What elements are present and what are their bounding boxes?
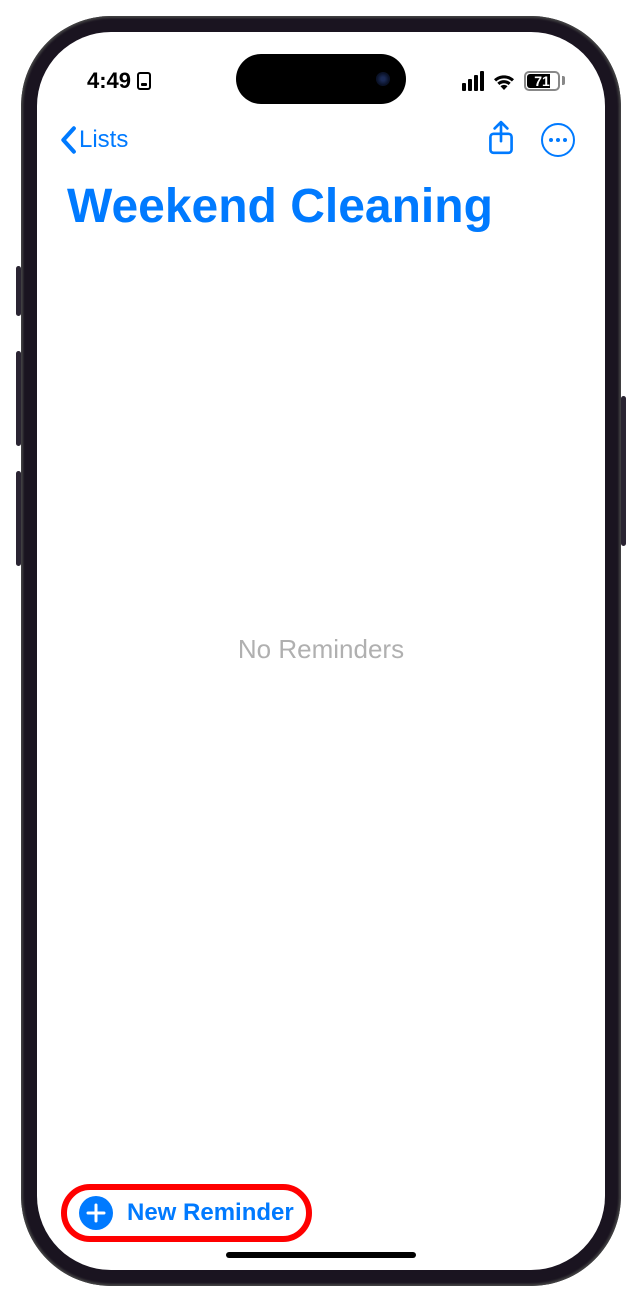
power-button	[621, 396, 626, 546]
empty-state-message: No Reminders	[238, 634, 404, 665]
nav-actions	[487, 120, 575, 161]
page-title: Weekend Cleaning	[37, 169, 605, 234]
phone-frame: 4:49 71	[21, 16, 621, 1286]
new-reminder-button[interactable]: New Reminder	[61, 1184, 312, 1242]
more-options-button[interactable]	[541, 123, 575, 157]
status-left: 4:49	[87, 68, 151, 94]
ellipsis-icon	[549, 138, 567, 142]
back-label: Lists	[79, 126, 128, 154]
cellular-signal-icon	[462, 71, 484, 91]
screen: 4:49 71	[37, 32, 605, 1270]
status-time: 4:49	[87, 68, 131, 94]
share-button[interactable]	[487, 120, 515, 161]
chevron-left-icon	[59, 126, 77, 154]
home-indicator[interactable]	[226, 1252, 416, 1258]
plus-circle-icon	[79, 1196, 113, 1230]
silence-switch	[16, 266, 21, 316]
sim-icon	[137, 72, 151, 90]
battery-percentage: 71	[534, 73, 550, 89]
volume-up-button	[16, 351, 21, 446]
battery-indicator: 71	[524, 71, 565, 91]
reminders-content: No Reminders	[37, 234, 605, 1184]
new-reminder-label: New Reminder	[127, 1199, 294, 1227]
wifi-icon	[492, 72, 516, 90]
back-button[interactable]: Lists	[59, 126, 128, 154]
dynamic-island	[236, 54, 406, 104]
navigation-bar: Lists	[37, 102, 605, 169]
status-right: 71	[462, 71, 565, 91]
volume-down-button	[16, 471, 21, 566]
